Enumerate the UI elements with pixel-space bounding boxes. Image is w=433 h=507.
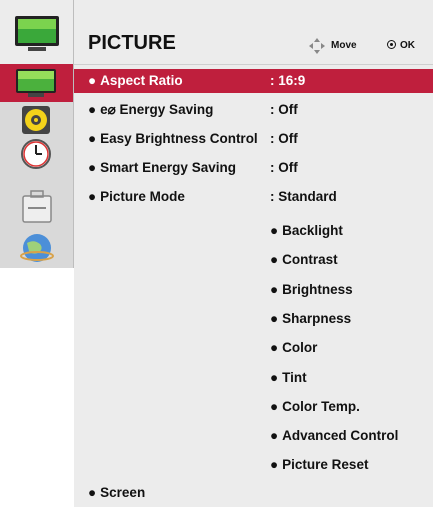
clock-icon — [21, 139, 51, 169]
ok-icon — [387, 40, 396, 49]
menu-item-value: : Standard — [270, 189, 337, 204]
submenu-item-color-temp[interactable]: ● Color Temp. — [270, 399, 360, 414]
menu-item-picture-mode[interactable]: ● Picture Mode : Standard — [74, 185, 433, 209]
globe-icon — [20, 234, 54, 262]
menu-item-label: Smart Energy Saving — [100, 160, 236, 175]
sidebar — [0, 0, 74, 268]
picture-icon — [16, 69, 56, 97]
menu-item-value: : Off — [270, 102, 298, 117]
bullet-icon: ● — [88, 73, 97, 88]
menu-item-label: Screen — [100, 485, 146, 500]
menu-item-label: Picture Mode — [100, 189, 185, 204]
move-arrows-icon — [309, 38, 325, 54]
submenu-item-contrast[interactable]: ● Contrast — [270, 252, 338, 267]
sidebar-item-audio[interactable] — [0, 102, 73, 136]
menu-item-energy-saving[interactable]: ● e⌀ Energy Saving : Off — [74, 98, 433, 122]
ok-label: OK — [400, 40, 415, 51]
menu-item-easy-brightness-control[interactable]: ● Easy Brightness Control : Off — [74, 127, 433, 151]
submenu-item-tint[interactable]: ● Tint — [270, 370, 307, 385]
submenu-item-sharpness[interactable]: ● Sharpness — [270, 311, 351, 326]
picture-menu-panel: PICTURE Move OK ● Aspect Ratio : 16:9 ● e⌀… — [74, 0, 433, 507]
toolbox-icon — [22, 190, 52, 223]
sidebar-item-option[interactable] — [0, 170, 73, 228]
move-label: Move — [331, 40, 357, 51]
tv-icon — [15, 16, 59, 51]
menu-item-label: e⌀ Energy Saving — [100, 102, 214, 117]
menu-item-smart-energy-saving[interactable]: ● Smart Energy Saving : Off — [74, 156, 433, 180]
menu-item-label: Easy Brightness Control — [100, 131, 258, 146]
menu-item-screen[interactable]: ● Screen — [74, 481, 433, 505]
menu-item-aspect-ratio[interactable]: ● Aspect Ratio : 16:9 — [74, 69, 433, 93]
bullet-icon: ● — [88, 160, 97, 175]
sidebar-item-picture[interactable] — [0, 64, 73, 102]
submenu-item-advanced-control[interactable]: ● Advanced Control — [270, 428, 398, 443]
menu-item-value: : Off — [270, 160, 298, 175]
audio-icon — [22, 106, 50, 134]
submenu-item-brightness[interactable]: ● Brightness — [270, 282, 353, 297]
submenu-item-picture-reset[interactable]: ● Picture Reset — [270, 457, 368, 472]
sidebar-item-network[interactable] — [0, 228, 73, 268]
menu-header: PICTURE Move OK — [74, 0, 433, 65]
submenu-item-backlight[interactable]: ● Backlight — [270, 223, 343, 238]
menu-header-tv-icon-area — [0, 0, 73, 64]
bullet-icon: ● — [88, 102, 97, 117]
page-title: PICTURE — [88, 32, 176, 54]
bullet-icon: ● — [88, 189, 97, 204]
sidebar-item-time[interactable] — [0, 136, 73, 170]
menu-item-value: : Off — [270, 131, 298, 146]
submenu-item-color[interactable]: ● Color — [270, 340, 317, 355]
bullet-icon: ● — [88, 131, 97, 146]
menu-item-value: : 16:9 — [270, 73, 306, 88]
menu-item-label: Aspect Ratio — [100, 73, 183, 88]
bullet-icon: ● — [88, 485, 97, 500]
